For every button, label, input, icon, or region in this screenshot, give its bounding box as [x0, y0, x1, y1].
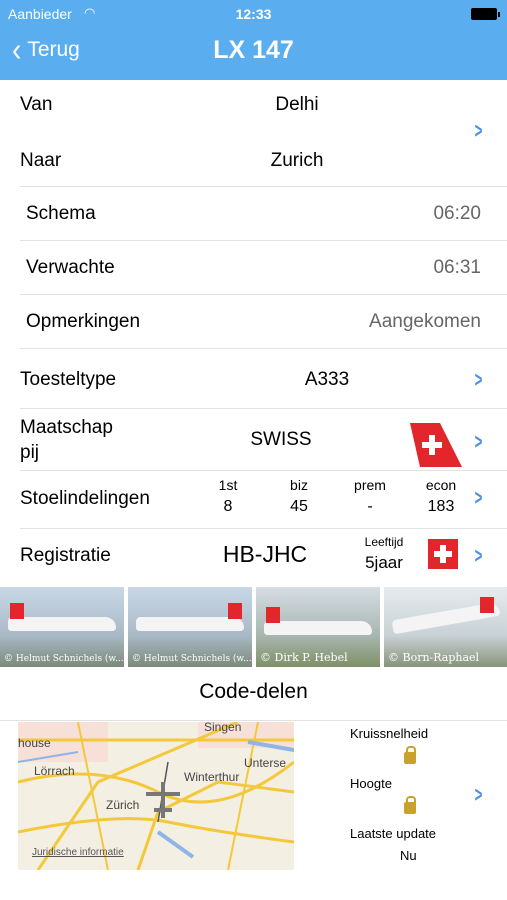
aircraft-photo[interactable]: © Dirk P. Hebel [256, 587, 380, 667]
seat-class-head: prem [354, 477, 386, 493]
chevron-right-icon: > [474, 367, 483, 392]
nav-bar: Aanbieder ◠ 12:33 ‹ Terug LX 147 [0, 0, 507, 80]
legal-link[interactable]: Juridische informatie [32, 847, 124, 858]
seats-row[interactable]: Stoelindelingen 1st 8 biz 45 prem - econ… [0, 471, 507, 528]
last-update-label: Laatste update [350, 826, 437, 841]
seat-class-value: 8 [223, 498, 233, 515]
aircraft-photo[interactable]: © Helmut Schnichels (w... [128, 587, 252, 667]
age-value: 5jaar [365, 553, 403, 572]
airline-label-line2: pij [20, 442, 40, 463]
battery-icon [471, 8, 500, 20]
photo-credit: © Dirk P. Hebel [260, 651, 348, 664]
map-label: Winterthur [184, 770, 240, 784]
chevron-right-icon: > [474, 543, 483, 568]
map-label: Singen [204, 722, 242, 734]
tail-image [480, 597, 494, 613]
chevron-right-icon: > [474, 118, 483, 143]
map-label: Unterse [244, 756, 287, 770]
lock-icon [404, 746, 416, 764]
expected-row: Verwachte 06:31 [0, 241, 507, 294]
seat-class-head: 1st [218, 477, 238, 493]
seat-class-value: 45 [290, 498, 308, 515]
route-map[interactable]: Singen house Lörrach Unterse Winterthur … [18, 722, 294, 870]
aircraft-photo[interactable]: © Helmut Schnichels (w... [0, 587, 124, 667]
status-bar: Aanbieder ◠ 12:33 [0, 4, 507, 24]
expected-label: Verwachte [26, 257, 115, 278]
aircraft-row[interactable]: Toesteltype A333 > [0, 349, 507, 408]
map-label: Lörrach [34, 764, 75, 778]
cruise-speed-label: Kruissnelheid [350, 726, 429, 741]
to-value: Zurich [270, 150, 324, 171]
last-update-value: Nu [400, 848, 417, 863]
aircraft-image [264, 621, 372, 635]
registration-value: HB-JHC [222, 541, 308, 567]
divider [0, 720, 507, 721]
clock: 12:33 [235, 6, 272, 22]
registration-row[interactable]: Registratie HB-JHC Leeftijd 5jaar > [0, 529, 507, 585]
photo-strip: © Helmut Schnichels (w... © Helmut Schni… [0, 587, 507, 667]
age-label: Leeftijd [364, 535, 404, 549]
flight-info[interactable]: Kruissnelheid Hoogte Laatste update Nu > [296, 722, 507, 870]
seat-class-head: biz [290, 477, 308, 493]
schedule-label: Schema [26, 203, 96, 224]
photo-credit: © Born-Raphael [388, 651, 480, 664]
remarks-value: Aangekomen [369, 311, 481, 332]
tail-image [266, 607, 280, 623]
altitude-label: Hoogte [350, 776, 392, 791]
map-label: Zürich [106, 798, 140, 812]
schedule-value: 06:20 [433, 203, 481, 224]
codeshare-title: Code-delen [199, 680, 308, 703]
aircraft-value: A333 [304, 369, 350, 390]
swiss-flag-icon [428, 539, 458, 569]
chevron-right-icon: > [474, 429, 483, 454]
photo-credit: © Helmut Schnichels (w... [4, 654, 124, 664]
page-title: LX 147 [213, 36, 294, 64]
seat-class-value: 183 [427, 498, 455, 515]
tail-image [10, 603, 24, 619]
seats-label: Stoelindelingen [20, 488, 150, 509]
map-label: house [18, 736, 51, 750]
chevron-right-icon: > [474, 485, 483, 510]
remarks-label: Opmerkingen [26, 311, 141, 332]
to-label: Naar [20, 150, 62, 171]
seat-class-head: econ [425, 477, 457, 493]
photo-credit: © Helmut Schnichels (w... [132, 654, 252, 664]
remarks-row: Opmerkingen Aangekomen [0, 295, 507, 348]
aircraft-image [8, 617, 116, 631]
schedule-row: Schema 06:20 [0, 187, 507, 240]
tail-image [228, 603, 242, 619]
airline-label-line1: Maatschap [20, 417, 113, 438]
aircraft-image [136, 617, 244, 631]
expected-value: 06:31 [433, 257, 481, 278]
aircraft-label: Toesteltype [20, 369, 117, 390]
seat-class-value: - [367, 498, 373, 515]
airline-value: SWISS [250, 429, 312, 450]
aircraft-photo[interactable]: © Born-Raphael [384, 587, 507, 667]
chevron-right-icon: > [474, 782, 483, 807]
registration-label: Registratie [20, 545, 111, 566]
from-value: Delhi [275, 94, 319, 115]
lock-icon [404, 796, 416, 814]
airline-row[interactable]: Maatschap pij SWISS > [0, 409, 507, 470]
route-row[interactable]: Van Delhi Naar Zurich > [0, 80, 507, 186]
airline-logo [410, 423, 462, 467]
from-label: Van [20, 94, 53, 115]
